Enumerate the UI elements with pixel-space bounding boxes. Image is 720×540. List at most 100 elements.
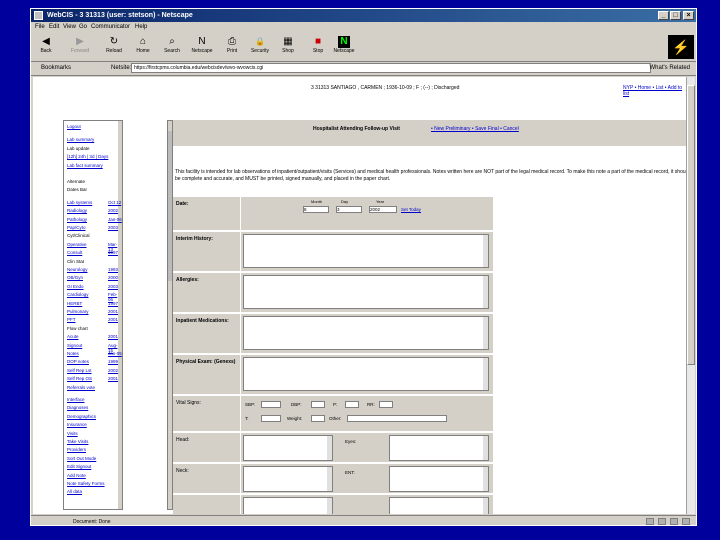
day-select[interactable]: 3 bbox=[336, 206, 362, 213]
allergies-textarea[interactable] bbox=[243, 275, 489, 309]
composer-icon[interactable] bbox=[682, 518, 690, 525]
sidebar-item-date[interactable]: 1999 bbox=[108, 359, 118, 364]
window-scroll-thumb[interactable] bbox=[687, 85, 695, 365]
menu-view[interactable]: View bbox=[63, 24, 76, 30]
form-actions[interactable]: • New Preliminary • Save Final • Cancel bbox=[431, 126, 519, 132]
sidebar-item[interactable]: Radiology bbox=[67, 208, 87, 213]
year-select[interactable]: 2002 bbox=[369, 206, 397, 213]
sidebar-item-date[interactable]: Jan-05 bbox=[108, 351, 122, 356]
sidebar-item-date[interactable]: 2002 bbox=[108, 368, 118, 373]
sidebar-item[interactable]: Consult bbox=[67, 250, 82, 255]
forward-button[interactable]: ▶ Forward bbox=[69, 36, 91, 60]
rr-input[interactable] bbox=[379, 401, 393, 408]
mail-icon[interactable] bbox=[670, 518, 678, 525]
sidebar-item[interactable]: Insurance bbox=[67, 422, 87, 427]
sidebar-item[interactable]: Demographics bbox=[67, 414, 96, 419]
next-left-textarea[interactable] bbox=[243, 497, 333, 514]
sidebar-item[interactable]: HERBT bbox=[67, 301, 82, 306]
security-button[interactable]: 🔒 Security bbox=[249, 36, 271, 60]
sidebar-item[interactable]: Providers bbox=[67, 447, 86, 452]
sidebar-item[interactable]: Take Visits bbox=[67, 439, 88, 444]
sidebar-item-date[interactable]: 2000 bbox=[108, 275, 118, 280]
ent-textarea[interactable] bbox=[389, 466, 489, 492]
sidebar-item[interactable]: [12h] 24h | 3d | Days bbox=[67, 154, 108, 159]
sidebar-item[interactable]: Lab systems bbox=[67, 200, 92, 205]
menu-go[interactable]: Go bbox=[79, 24, 87, 30]
title-bar[interactable]: WebCIS - 3 31313 (user: stetson) - Netsc… bbox=[31, 9, 696, 22]
sidebar-item[interactable]: Self Rep OS bbox=[67, 376, 92, 381]
main-frame-scroll-thumb[interactable] bbox=[168, 131, 172, 281]
netscape-button[interactable]: N Netscape bbox=[191, 36, 213, 60]
whats-related-button[interactable]: What's Related bbox=[650, 65, 691, 71]
sidebar-item-date[interactable]: 2001 bbox=[108, 309, 118, 314]
exam-textarea[interactable] bbox=[243, 357, 489, 391]
sidebar-item-date[interactable]: 2002 bbox=[108, 208, 118, 213]
sidebar-scrollbar[interactable] bbox=[118, 121, 122, 509]
sidebar-item-date[interactable]: 1997 bbox=[108, 250, 118, 255]
interim-textarea[interactable] bbox=[243, 234, 489, 268]
close-button[interactable]: × bbox=[683, 11, 694, 20]
home-button[interactable]: ⌂ Home bbox=[132, 36, 154, 60]
sidebar-item[interactable]: All data bbox=[67, 489, 82, 494]
sidebar-item[interactable]: Cardiology bbox=[67, 292, 89, 297]
neck-textarea[interactable] bbox=[243, 466, 333, 492]
netscape-n-button[interactable]: N Netscape bbox=[333, 36, 355, 60]
sidebar-item-date[interactable]: 1997 bbox=[108, 301, 118, 306]
sidebar-item[interactable]: Referrals vote bbox=[67, 385, 95, 390]
pulse-input[interactable] bbox=[345, 401, 359, 408]
minimize-button[interactable]: _ bbox=[658, 11, 669, 20]
search-button[interactable]: ⌕ Search bbox=[161, 36, 183, 60]
sidebar-item[interactable]: Pap/Cyto bbox=[67, 225, 86, 230]
sidebar-item[interactable]: Add Note bbox=[67, 473, 86, 478]
month-select[interactable]: 8 bbox=[303, 206, 329, 213]
stop-button[interactable]: ■ Stop bbox=[307, 36, 329, 60]
eyes-textarea[interactable] bbox=[389, 435, 489, 461]
sidebar-item[interactable]: Lab summary bbox=[67, 137, 94, 142]
shop-button[interactable]: ▦ Shop bbox=[277, 36, 299, 60]
sidebar-item[interactable]: DOP notes bbox=[67, 359, 89, 364]
sidebar-item-date[interactable]: 2003 bbox=[108, 284, 118, 289]
dbp-input[interactable] bbox=[311, 401, 325, 408]
window-scrollbar[interactable] bbox=[686, 77, 695, 514]
set-today-link[interactable]: Set Today bbox=[401, 207, 421, 212]
menu-edit[interactable]: Edit bbox=[49, 24, 59, 30]
head-textarea[interactable] bbox=[243, 435, 333, 461]
bookmarks-button[interactable]: Bookmarks bbox=[41, 65, 71, 71]
sidebar-item[interactable]: Diagnoses bbox=[67, 405, 88, 410]
sidebar-item[interactable]: Pulmonary bbox=[67, 309, 89, 314]
sidebar-item[interactable]: Notes bbox=[67, 351, 79, 356]
sidebar-item[interactable]: Signout bbox=[67, 343, 82, 348]
sidebar-item[interactable]: Logout bbox=[67, 124, 81, 129]
meds-textarea[interactable] bbox=[243, 316, 489, 350]
url-input[interactable]: https://firstcpms.columbia.edu/webcisdev… bbox=[131, 63, 651, 73]
next-right-textarea[interactable] bbox=[389, 497, 489, 514]
sidebar-item[interactable]: Self Rep Lst bbox=[67, 368, 92, 373]
sidebar-item[interactable]: Edit Signout bbox=[67, 464, 91, 469]
component-icon[interactable] bbox=[658, 518, 666, 525]
menu-help[interactable]: Help bbox=[135, 24, 147, 30]
weight-input[interactable] bbox=[311, 415, 325, 422]
sidebar-item-date[interactable]: Oct 12 bbox=[108, 200, 121, 205]
sidebar-item[interactable]: Sort Out Mode bbox=[67, 456, 96, 461]
sidebar-item-date[interactable]: 2001 bbox=[108, 376, 118, 381]
top-links[interactable]: NYP • Home • List • Add to list bbox=[623, 85, 686, 97]
sidebar-item-date[interactable]: Jan-06 bbox=[108, 217, 122, 222]
print-button[interactable]: ⎙ Print bbox=[221, 36, 243, 60]
sidebar-item[interactable]: Visits bbox=[67, 431, 78, 436]
menu-file[interactable]: File bbox=[35, 24, 45, 30]
sidebar-item[interactable]: PFT bbox=[67, 317, 76, 322]
other-input[interactable] bbox=[347, 415, 447, 422]
sidebar-item[interactable]: Note Safety Forms bbox=[67, 481, 105, 486]
temp-input[interactable] bbox=[261, 415, 281, 422]
back-button[interactable]: ◀ Back bbox=[35, 36, 57, 60]
sidebar-item[interactable]: GI Endo bbox=[67, 284, 84, 289]
sidebar-item[interactable]: Acute bbox=[67, 334, 79, 339]
sidebar-item[interactable]: Operative bbox=[67, 242, 87, 247]
maximize-button[interactable]: □ bbox=[670, 11, 681, 20]
menu-communicator[interactable]: Communicator bbox=[91, 24, 130, 30]
sidebar-item[interactable]: Interface bbox=[67, 397, 85, 402]
sidebar-item-date[interactable]: 2001 bbox=[108, 334, 118, 339]
sidebar-item[interactable]: Pathology bbox=[67, 217, 87, 222]
sbp-input[interactable] bbox=[261, 401, 281, 408]
sidebar-item-date[interactable]: 2001 bbox=[108, 317, 118, 322]
